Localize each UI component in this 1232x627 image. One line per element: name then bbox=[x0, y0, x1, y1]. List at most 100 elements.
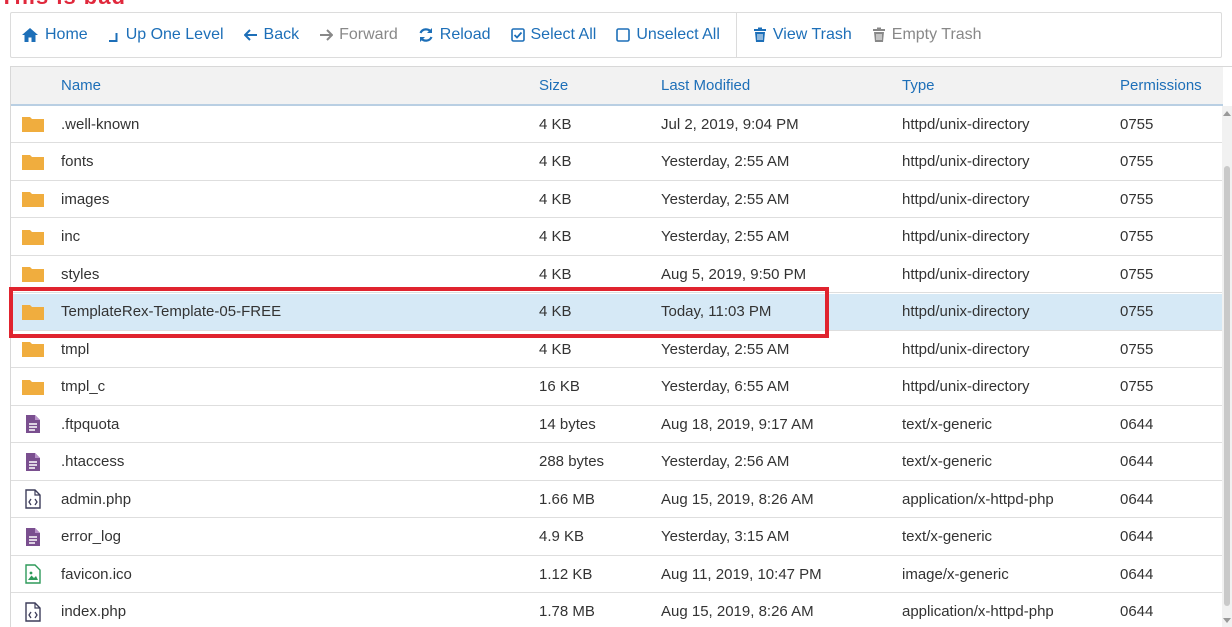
file-type: httpd/unix-directory bbox=[902, 265, 1030, 283]
checkbox-checked-icon bbox=[510, 28, 525, 42]
file-permissions: 0644 bbox=[1120, 415, 1154, 433]
file-last-modified: Aug 15, 2019, 8:26 AM bbox=[661, 603, 814, 620]
file-name[interactable]: images bbox=[61, 181, 109, 217]
checkbox-empty-icon bbox=[616, 28, 631, 42]
select-all-button[interactable]: Select All bbox=[501, 13, 607, 57]
file-permissions: 0755 bbox=[1120, 190, 1154, 208]
reload-button[interactable]: Reload bbox=[408, 13, 501, 57]
table-row[interactable]: admin.php 1.66 MB Aug 15, 2019, 8:26 AM app… bbox=[11, 481, 1223, 518]
text-file-icon bbox=[15, 444, 51, 480]
text-file-icon bbox=[15, 519, 51, 555]
up-one-level-button[interactable]: Up One Level bbox=[98, 13, 234, 57]
home-label: Home bbox=[45, 26, 88, 43]
file-permissions: 0644 bbox=[1120, 453, 1154, 470]
home-icon bbox=[22, 28, 38, 42]
table-row[interactable]: index.php 1.78 MB Aug 15, 2019, 8:26 AM app… bbox=[11, 594, 1223, 627]
table-header: Name Size Last Modified Type Permissions bbox=[11, 67, 1223, 106]
column-header-last-modified[interactable]: Last Modified bbox=[661, 67, 750, 104]
file-type: text/x-generic bbox=[902, 453, 993, 470]
table-row[interactable]: styles 4 KB Aug 5, 2019, 9:50 PM httpd/unix… bbox=[11, 256, 1223, 293]
file-name[interactable]: admin.php bbox=[61, 481, 131, 517]
forward-button[interactable]: Forward bbox=[309, 13, 408, 57]
file-size: 1.66 MB bbox=[539, 490, 595, 508]
vertical-scrollbar[interactable] bbox=[1222, 106, 1232, 627]
table-row[interactable]: error_log 4.9 KB Yesterday, 3:15 AM text/x-… bbox=[11, 519, 1223, 556]
column-header-size[interactable]: Size bbox=[539, 67, 568, 104]
file-name[interactable]: .ftpquota bbox=[61, 406, 119, 442]
file-name[interactable]: tmpl_c bbox=[61, 369, 105, 405]
column-header-permissions[interactable]: Permissions bbox=[1120, 67, 1202, 104]
select-all-label: Select All bbox=[530, 26, 597, 43]
file-name[interactable]: favicon.ico bbox=[61, 556, 132, 592]
file-permissions: 0755 bbox=[1120, 265, 1154, 283]
file-last-modified: Yesterday, 3:15 AM bbox=[661, 528, 790, 545]
file-name[interactable]: .well-known bbox=[61, 106, 139, 142]
file-type: application/x-httpd-php bbox=[902, 603, 1054, 620]
table-row[interactable]: images 4 KB Yesterday, 2:55 AM httpd/unix-d… bbox=[11, 181, 1223, 218]
back-label: Back bbox=[263, 26, 300, 43]
arrow-left-icon bbox=[243, 29, 257, 41]
file-size: 4 KB bbox=[539, 340, 572, 358]
file-last-modified: Yesterday, 2:55 AM bbox=[661, 190, 790, 208]
file-last-modified: Yesterday, 2:55 AM bbox=[661, 340, 790, 358]
empty-trash-button[interactable]: Empty Trash bbox=[862, 13, 992, 57]
file-name[interactable]: .htaccess bbox=[61, 444, 124, 480]
back-button[interactable]: Back bbox=[234, 13, 310, 57]
file-last-modified: Today, 11:03 PM bbox=[661, 303, 772, 320]
code-file-icon bbox=[15, 481, 51, 517]
table-row[interactable]: .ftpquota 14 bytes Aug 18, 2019, 9:17 AM te… bbox=[11, 406, 1223, 443]
scrollbar-thumb[interactable] bbox=[1224, 166, 1230, 606]
file-type: httpd/unix-directory bbox=[902, 190, 1030, 208]
toolbar-divider bbox=[735, 13, 737, 57]
file-last-modified: Yesterday, 2:55 AM bbox=[661, 228, 790, 245]
arrow-right-icon bbox=[320, 29, 334, 41]
table-row[interactable]: fonts 4 KB Yesterday, 2:55 AM httpd/unix-di… bbox=[11, 144, 1223, 181]
file-last-modified: Yesterday, 6:55 AM bbox=[661, 378, 790, 395]
scroll-up-arrow[interactable] bbox=[1223, 111, 1231, 116]
file-size: 4 KB bbox=[539, 153, 572, 170]
home-button[interactable]: Home bbox=[11, 13, 98, 57]
table-row[interactable]: TemplateRex-Template-05-FREE 4 KB Today, 1… bbox=[11, 293, 1223, 331]
column-header-type[interactable]: Type bbox=[902, 67, 935, 104]
file-type: text/x-generic bbox=[902, 415, 993, 433]
file-last-modified: Yesterday, 2:55 AM bbox=[661, 153, 790, 170]
unselect-all-button[interactable]: Unselect All bbox=[606, 13, 730, 57]
file-name[interactable]: index.php bbox=[61, 594, 126, 627]
table-row[interactable]: .well-known 4 KB Jul 2, 2019, 9:04 PM httpd… bbox=[11, 106, 1223, 143]
file-name[interactable]: tmpl bbox=[61, 331, 89, 367]
file-type: image/x-generic bbox=[902, 565, 1009, 583]
file-type: text/x-generic bbox=[902, 528, 993, 545]
file-name[interactable]: fonts bbox=[61, 144, 94, 180]
table-row[interactable]: favicon.ico 1.12 KB Aug 11, 2019, 10:47 PM… bbox=[11, 556, 1223, 593]
scroll-down-arrow[interactable] bbox=[1223, 618, 1231, 623]
table-row[interactable]: tmpl 4 KB Yesterday, 2:55 AM httpd/unix-dir… bbox=[11, 331, 1223, 368]
file-type: httpd/unix-directory bbox=[902, 153, 1030, 170]
folder-icon bbox=[15, 256, 51, 292]
level-up-icon bbox=[108, 28, 119, 42]
table-row[interactable]: inc 4 KB Yesterday, 2:55 AM httpd/unix-dire… bbox=[11, 219, 1223, 256]
file-size: 4 KB bbox=[539, 190, 572, 208]
folder-icon bbox=[15, 106, 51, 142]
file-name[interactable]: error_log bbox=[61, 519, 121, 555]
file-type: httpd/unix-directory bbox=[902, 228, 1030, 245]
file-list: Name Size Last Modified Type Permissions… bbox=[10, 66, 1232, 627]
file-size: 1.78 MB bbox=[539, 603, 595, 620]
table-row[interactable]: tmpl_c 16 KB Yesterday, 6:55 AM httpd/unix-… bbox=[11, 369, 1223, 406]
file-name[interactable]: styles bbox=[61, 256, 99, 292]
reload-label: Reload bbox=[439, 26, 491, 43]
unselect-all-label: Unselect All bbox=[636, 26, 720, 43]
folder-icon bbox=[15, 181, 51, 217]
up-one-level-label: Up One Level bbox=[125, 26, 224, 43]
file-last-modified: Aug 11, 2019, 10:47 PM bbox=[661, 565, 822, 583]
trash-icon bbox=[753, 27, 766, 42]
file-name[interactable]: TemplateRex-Template-05-FREE bbox=[61, 294, 281, 330]
file-name[interactable]: inc bbox=[61, 219, 80, 255]
file-manager-toolbar: Home Up One Level Back Forward Reload Se… bbox=[10, 12, 1222, 58]
file-last-modified: Aug 5, 2019, 9:50 PM bbox=[661, 265, 807, 283]
column-header-name[interactable]: Name bbox=[61, 67, 101, 104]
table-row[interactable]: .htaccess 288 bytes Yesterday, 2:56 AM text… bbox=[11, 444, 1223, 481]
file-permissions: 0755 bbox=[1120, 153, 1154, 170]
view-trash-button[interactable]: View Trash bbox=[743, 13, 862, 57]
folder-icon bbox=[15, 331, 51, 367]
trash-icon bbox=[872, 27, 885, 42]
